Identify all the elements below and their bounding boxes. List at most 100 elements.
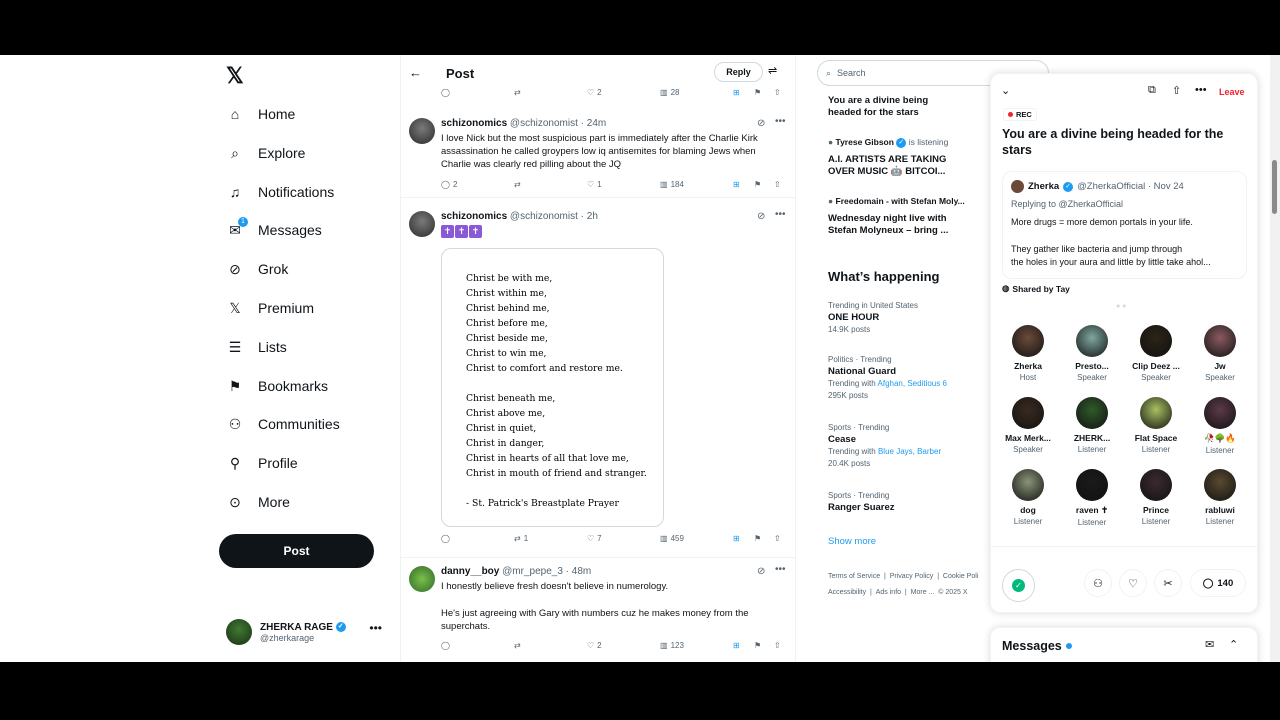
participant[interactable]: rabluwi Listener: [1188, 469, 1252, 526]
nav-messages[interactable]: ✉ 1 Messages: [226, 215, 322, 245]
share-icon[interactable]: ⇧: [774, 641, 781, 650]
like-icon[interactable]: ♡ 2: [587, 88, 602, 97]
nav-profile[interactable]: ⚲ Profile: [226, 448, 298, 478]
participant[interactable]: Clip Deez ... Speaker: [1124, 325, 1188, 382]
nav-home[interactable]: ⌂ Home: [226, 99, 296, 129]
grok-share-icon[interactable]: ⊞: [733, 534, 740, 543]
views-icon[interactable]: ▥ 28: [660, 88, 679, 97]
grok-share-icon[interactable]: ⊞: [733, 180, 740, 189]
tweet[interactable]: schizonomics @schizonomist · 24m ⊘ ••• I…: [401, 110, 795, 198]
react-heart-icon[interactable]: ♡: [1119, 569, 1147, 597]
participant[interactable]: Zherka Host: [996, 325, 1060, 382]
participant[interactable]: Presto... Speaker: [1060, 325, 1124, 382]
messages-dock[interactable]: Messages ✉ ⌃: [990, 627, 1258, 662]
participant[interactable]: Jw Speaker: [1188, 325, 1252, 382]
like-icon[interactable]: ♡ 2: [587, 641, 602, 650]
leave-button[interactable]: Leave: [1219, 87, 1245, 97]
like-icon[interactable]: ♡ 1: [587, 180, 602, 189]
people-icon[interactable]: ⚇: [1084, 569, 1112, 597]
author-name[interactable]: schizonomics: [441, 211, 507, 222]
clip-scissors-icon[interactable]: ✂: [1154, 569, 1182, 597]
views-icon[interactable]: ▥ 123: [660, 641, 684, 650]
collapse-chevron-icon[interactable]: ⌄: [1001, 84, 1010, 97]
nav-bookmarks[interactable]: ⚑ Bookmarks: [226, 371, 328, 401]
author-name[interactable]: schizonomics: [441, 118, 507, 129]
participant[interactable]: Prince Listener: [1124, 469, 1188, 526]
footer-link[interactable]: Privacy Policy: [890, 573, 934, 580]
footer-link[interactable]: Terms of Service: [828, 573, 880, 580]
grok-icon[interactable]: ⊘: [757, 566, 765, 577]
trend-item[interactable]: Sports · Trending Ranger Suarez: [828, 490, 895, 514]
share-icon[interactable]: ⇧: [1172, 84, 1181, 97]
footer-link[interactable]: Accessibility: [828, 589, 866, 596]
expand-chevron-icon[interactable]: ⌃: [1229, 638, 1238, 651]
x-logo-icon[interactable]: 𝕏: [226, 63, 244, 89]
pinned-post[interactable]: Zherka ✓ @ZherkaOfficial · Nov 24 Replyi…: [1002, 171, 1247, 279]
share-icon[interactable]: ⇧: [774, 180, 781, 189]
trend-item[interactable]: Politics · Trending National Guard Trend…: [828, 354, 947, 402]
avatar[interactable]: [409, 211, 435, 237]
sliders-icon[interactable]: ⇌: [768, 64, 777, 77]
more-dots-icon[interactable]: •••: [1195, 84, 1207, 96]
repost-icon[interactable]: ⇄: [514, 641, 521, 650]
tweet[interactable]: schizonomics @schizonomist · 2h ⊘ ••• ✝ …: [401, 203, 795, 558]
reply-icon[interactable]: ◯: [441, 88, 450, 97]
participant[interactable]: 🥀🌳🔥 Listener: [1188, 397, 1252, 455]
comments-button[interactable]: ◯ 140: [1190, 569, 1246, 597]
post-button[interactable]: Post: [219, 534, 374, 568]
share-icon[interactable]: ⇧: [774, 88, 781, 97]
live-space-card[interactable]: You are a divine being headed for the st…: [828, 95, 928, 119]
nav-explore[interactable]: ⌕ Explore: [226, 138, 305, 168]
trend-item[interactable]: Sports · Trending Cease Trending with Bl…: [828, 422, 941, 470]
views-icon[interactable]: ▥ 184: [660, 180, 684, 189]
views-icon[interactable]: ▥ 459: [660, 534, 684, 543]
more-dots-icon[interactable]: •••: [775, 564, 786, 575]
bookmark-icon[interactable]: ⚑: [754, 180, 761, 189]
bookmark-icon[interactable]: ⚑: [754, 534, 761, 543]
clip-icon[interactable]: ⧉: [1148, 84, 1156, 97]
grok-share-icon[interactable]: ⊞: [733, 88, 740, 97]
participant[interactable]: ZHERK... Listener: [1060, 397, 1124, 454]
author-name[interactable]: danny__boy: [441, 566, 499, 577]
participant[interactable]: Flat Space Listener: [1124, 397, 1188, 454]
live-space-card[interactable]: ● Freedomain - with Stefan Moly... Wedne…: [828, 195, 965, 237]
footer-link[interactable]: Ads info: [876, 589, 901, 596]
repost-icon[interactable]: ⇄: [514, 180, 521, 189]
tweet-image[interactable]: Christ be with me, Christ within me, Chr…: [441, 248, 664, 527]
avatar[interactable]: [409, 118, 435, 144]
trend-with-links[interactable]: Afghan, Seditious 6: [878, 379, 947, 388]
participant[interactable]: Max Merk... Speaker: [996, 397, 1060, 454]
reply-icon[interactable]: ◯: [441, 641, 450, 650]
grok-share-icon[interactable]: ⊞: [733, 641, 740, 650]
request-mic-button[interactable]: ✓: [1002, 569, 1035, 602]
avatar[interactable]: [409, 566, 435, 592]
reply-icon[interactable]: ◯: [441, 534, 450, 543]
grok-icon[interactable]: ⊘: [757, 118, 765, 129]
nav-more[interactable]: ⊙ More: [226, 487, 290, 517]
nav-premium[interactable]: 𝕏 Premium: [226, 293, 314, 323]
footer-link[interactable]: More ...: [911, 589, 935, 596]
reply-button[interactable]: Reply: [714, 62, 763, 82]
repost-icon[interactable]: ⇄: [514, 88, 521, 97]
share-icon[interactable]: ⇧: [774, 534, 781, 543]
nav-grok[interactable]: ⊘ Grok: [226, 254, 288, 284]
bookmark-icon[interactable]: ⚑: [754, 641, 761, 650]
reply-icon[interactable]: ◯ 2: [441, 180, 457, 189]
trend-with-links[interactable]: Blue Jays, Barber: [878, 447, 941, 456]
footer-link[interactable]: Cookie Poli: [943, 573, 978, 580]
more-dots-icon[interactable]: •••: [775, 209, 786, 220]
like-icon[interactable]: ♡ 7: [587, 534, 602, 543]
more-dots-icon[interactable]: •••: [775, 116, 786, 127]
account-switcher[interactable]: ZHERKA RAGE ✓ @zherkarage •••: [226, 617, 386, 647]
bookmark-icon[interactable]: ⚑: [754, 88, 761, 97]
participant[interactable]: raven ✝ Listener: [1060, 469, 1124, 527]
page-scrollbar[interactable]: [1270, 55, 1280, 662]
show-more-link[interactable]: Show more: [828, 536, 876, 547]
new-message-icon[interactable]: ✉: [1205, 638, 1214, 651]
nav-lists[interactable]: ☰ Lists: [226, 332, 287, 362]
nav-notifications[interactable]: ♫ Notifications: [226, 177, 335, 207]
more-dots-icon[interactable]: •••: [369, 621, 382, 635]
trend-item[interactable]: Trending in United States ONE HOUR 14.9K…: [828, 300, 918, 336]
nav-communities[interactable]: ⚇ Communities: [226, 409, 340, 439]
back-arrow-icon[interactable]: ←: [409, 65, 422, 80]
